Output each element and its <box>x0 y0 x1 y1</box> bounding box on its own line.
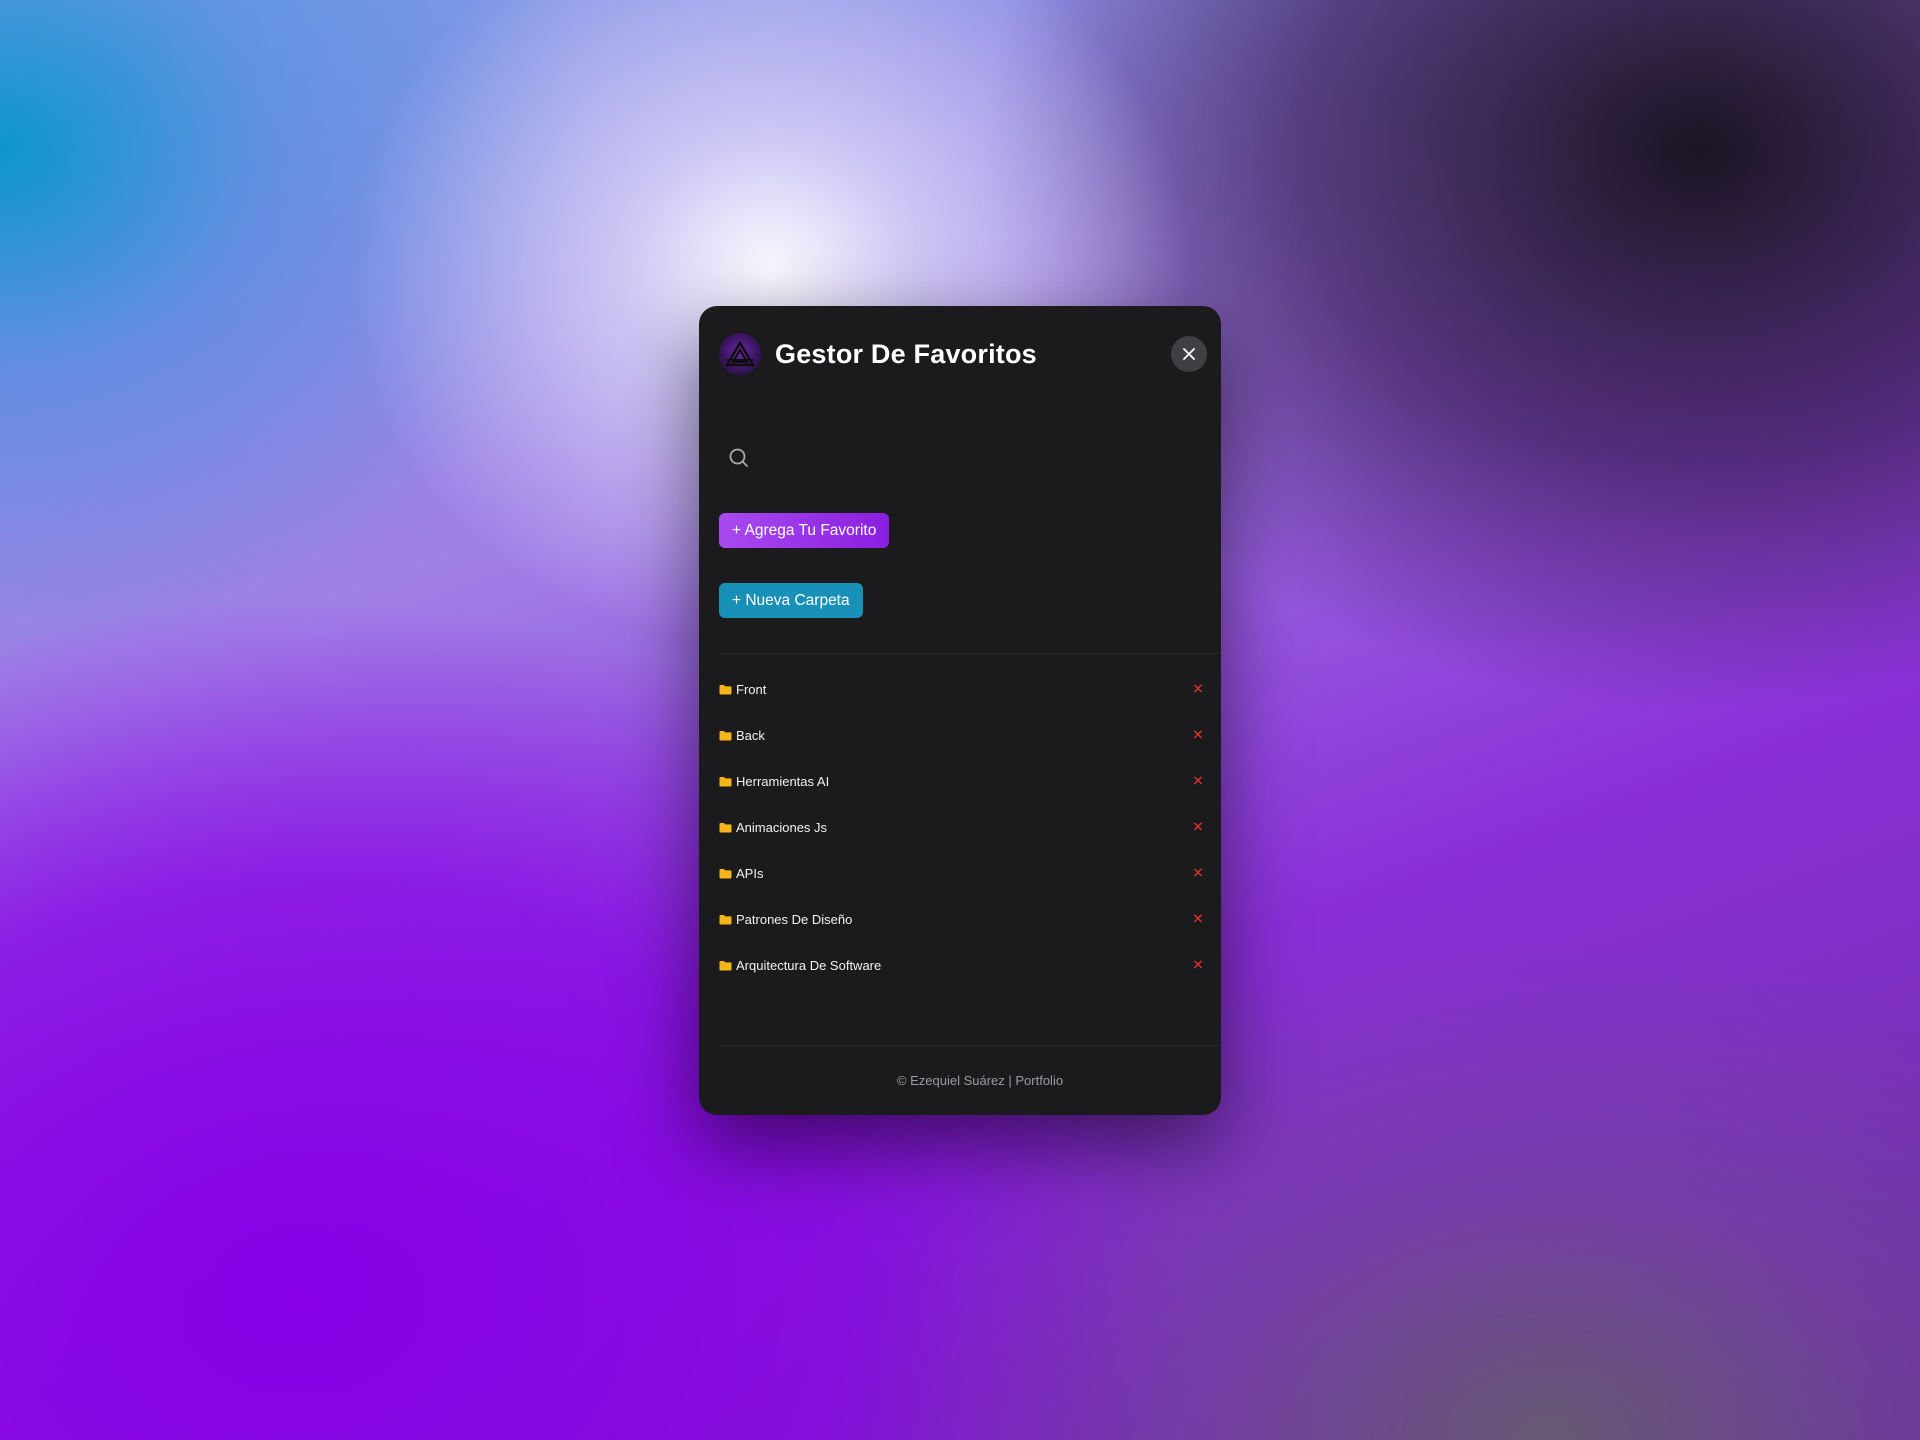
search-input[interactable] <box>761 448 1201 468</box>
folder-icon <box>719 822 732 832</box>
add-favorite-button[interactable]: + Agrega Tu Favorito <box>719 513 890 548</box>
modal-header: Gestor De Favoritos <box>719 326 1207 382</box>
delete-folder-button[interactable]: ✕ <box>1189 819 1207 836</box>
folder-name: APIs <box>736 865 764 881</box>
delete-folder-button[interactable]: ✕ <box>1189 727 1207 744</box>
delete-folder-button[interactable]: ✕ <box>1189 773 1207 790</box>
close-icon <box>1183 348 1195 360</box>
delete-folder-button[interactable]: ✕ <box>1189 911 1207 928</box>
delete-folder-button[interactable]: ✕ <box>1189 957 1207 974</box>
delete-folder-button[interactable]: ✕ <box>1189 865 1207 882</box>
folder-item[interactable]: Arquitectura De Software ✕ <box>719 942 1207 988</box>
folder-name: Front <box>736 681 767 697</box>
folder-name: Patrones De Diseño <box>736 911 853 927</box>
folder-icon <box>719 868 732 878</box>
folder-icon <box>719 684 732 694</box>
footer-copyright: © Ezequiel Suárez <box>896 1073 1005 1088</box>
close-button[interactable] <box>1171 336 1207 372</box>
footer: © Ezequiel Suárez | Portfolio <box>699 1073 1221 1088</box>
folder-list: Front ✕ Back ✕ Herramientas AI ✕ Animaci… <box>719 666 1207 988</box>
search-bar <box>719 436 1201 480</box>
folder-item[interactable]: Back ✕ <box>719 712 1207 758</box>
folder-icon <box>719 730 732 740</box>
folder-name: Herramientas AI <box>736 773 830 789</box>
favorites-modal: Gestor De Favoritos + Agrega Tu Favorito… <box>699 306 1221 1115</box>
folder-icon <box>719 776 732 786</box>
footer-separator: | <box>1004 1073 1016 1088</box>
new-folder-button[interactable]: + Nueva Carpeta <box>719 583 863 618</box>
folder-name: Arquitectura De Software <box>736 957 882 973</box>
folder-name: Animaciones Js <box>736 819 828 835</box>
folder-item[interactable]: Herramientas AI ✕ <box>719 758 1207 804</box>
folder-item[interactable]: Patrones De Diseño ✕ <box>719 896 1207 942</box>
folder-icon <box>719 914 732 924</box>
folder-item[interactable]: Animaciones Js ✕ <box>719 804 1207 850</box>
folder-icon <box>719 960 732 970</box>
divider <box>719 653 1221 654</box>
divider <box>719 1045 1221 1046</box>
folder-item[interactable]: Front ✕ <box>719 666 1207 712</box>
delete-folder-button[interactable]: ✕ <box>1189 681 1207 698</box>
portfolio-link[interactable]: Portfolio <box>1015 1073 1063 1088</box>
triangle-logo-icon <box>719 333 761 375</box>
modal-title: Gestor De Favoritos <box>775 338 1037 369</box>
search-icon[interactable] <box>727 446 751 470</box>
folder-item[interactable]: APIs ✕ <box>719 850 1207 896</box>
folder-name: Back <box>736 727 765 743</box>
